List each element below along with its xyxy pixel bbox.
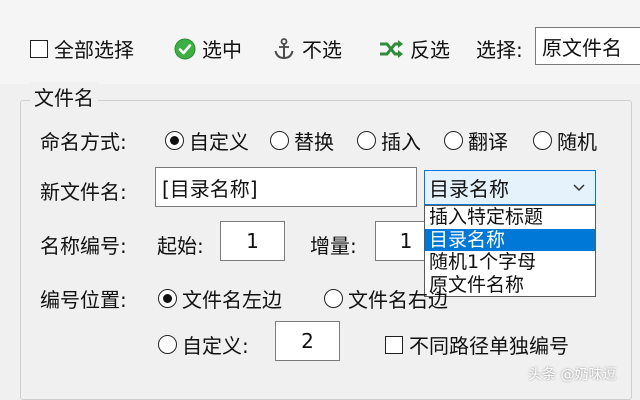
- start-input[interactable]: 1: [220, 221, 285, 261]
- deselect-label: 不选: [302, 38, 342, 62]
- combo-value: 目录名称: [429, 177, 509, 201]
- radio-random-label: 随机: [557, 130, 597, 154]
- new-name-input[interactable]: [目录名称]: [155, 167, 417, 207]
- radio-icon: [270, 131, 289, 150]
- radio-icon: [444, 131, 463, 150]
- start-label: 起始:: [157, 234, 204, 258]
- radio-insert-label: 插入: [381, 130, 421, 154]
- radio-random[interactable]: 随机: [533, 126, 597, 155]
- radio-insert[interactable]: 插入: [357, 126, 421, 155]
- radio-custom[interactable]: 自定义: [165, 126, 249, 155]
- invert-button[interactable]: 反选: [378, 34, 450, 63]
- dropdown-item[interactable]: 插入特定标题: [425, 206, 595, 229]
- checkbox-icon: [30, 39, 48, 58]
- variable-combobox[interactable]: 目录名称: [424, 170, 596, 205]
- checkbox-icon: [385, 335, 403, 354]
- deselect-button[interactable]: 不选: [272, 34, 342, 63]
- chevron-down-icon: [573, 184, 585, 192]
- shuffle-icon: [380, 39, 403, 58]
- radio-position-left[interactable]: 文件名左边: [158, 284, 282, 313]
- watermark: 头条 @奶味逗: [528, 367, 617, 383]
- radio-position-right[interactable]: 文件名右边: [324, 284, 448, 313]
- select-all-checkbox[interactable]: 全部选择: [30, 34, 134, 63]
- select-by-dropdown[interactable]: 原文件名: [535, 27, 640, 65]
- select-all-label: 全部选择: [54, 38, 134, 62]
- new-name-value: [目录名称]: [162, 176, 258, 201]
- check-circle-icon: [174, 38, 196, 59]
- group-title: 文件名: [30, 82, 98, 111]
- custom-position-input[interactable]: 2: [275, 321, 340, 361]
- radio-selected-icon: [158, 289, 177, 308]
- select-by-value: 原文件名: [542, 35, 622, 60]
- position-custom-label: 自定义:: [182, 334, 249, 358]
- radio-replace[interactable]: 替换: [270, 126, 334, 155]
- radio-icon: [324, 289, 343, 308]
- naming-mode-label: 命名方式:: [40, 130, 127, 154]
- select-by-label: 选择:: [476, 38, 523, 62]
- step-value: 1: [399, 229, 413, 253]
- invert-label: 反选: [410, 38, 450, 62]
- step-label: 增量:: [310, 234, 357, 258]
- dropdown-item-selected[interactable]: 目录名称: [425, 228, 595, 251]
- radio-translate-label: 翻译: [468, 130, 508, 154]
- variable-dropdown-list: 插入特定标题 目录名称 随机1个字母 原文件名称: [424, 205, 596, 297]
- separate-numbering-label: 不同路径单独编号: [409, 334, 569, 358]
- position-right-label: 文件名右边: [348, 288, 448, 312]
- radio-translate[interactable]: 翻译: [444, 126, 508, 155]
- new-name-label: 新文件名:: [40, 180, 127, 204]
- position-label: 编号位置:: [40, 288, 127, 312]
- anchor-icon: [274, 37, 294, 59]
- radio-custom-label: 自定义: [189, 130, 249, 154]
- radio-selected-icon: [165, 131, 184, 150]
- start-value: 1: [246, 229, 259, 253]
- select-button[interactable]: 选中: [174, 34, 242, 63]
- separate-numbering-checkbox[interactable]: 不同路径单独编号: [385, 330, 569, 359]
- dropdown-item[interactable]: 原文件名称: [425, 274, 595, 297]
- custom-position-value: 2: [301, 329, 314, 353]
- radio-icon: [158, 335, 177, 354]
- radio-position-custom[interactable]: 自定义:: [158, 330, 249, 359]
- radio-replace-label: 替换: [294, 130, 334, 154]
- select-label: 选中: [202, 38, 242, 62]
- dropdown-item[interactable]: 随机1个字母: [425, 251, 595, 274]
- position-left-label: 文件名左边: [182, 288, 282, 312]
- radio-icon: [357, 131, 376, 150]
- radio-icon: [533, 131, 552, 150]
- numbering-label: 名称编号:: [40, 234, 127, 258]
